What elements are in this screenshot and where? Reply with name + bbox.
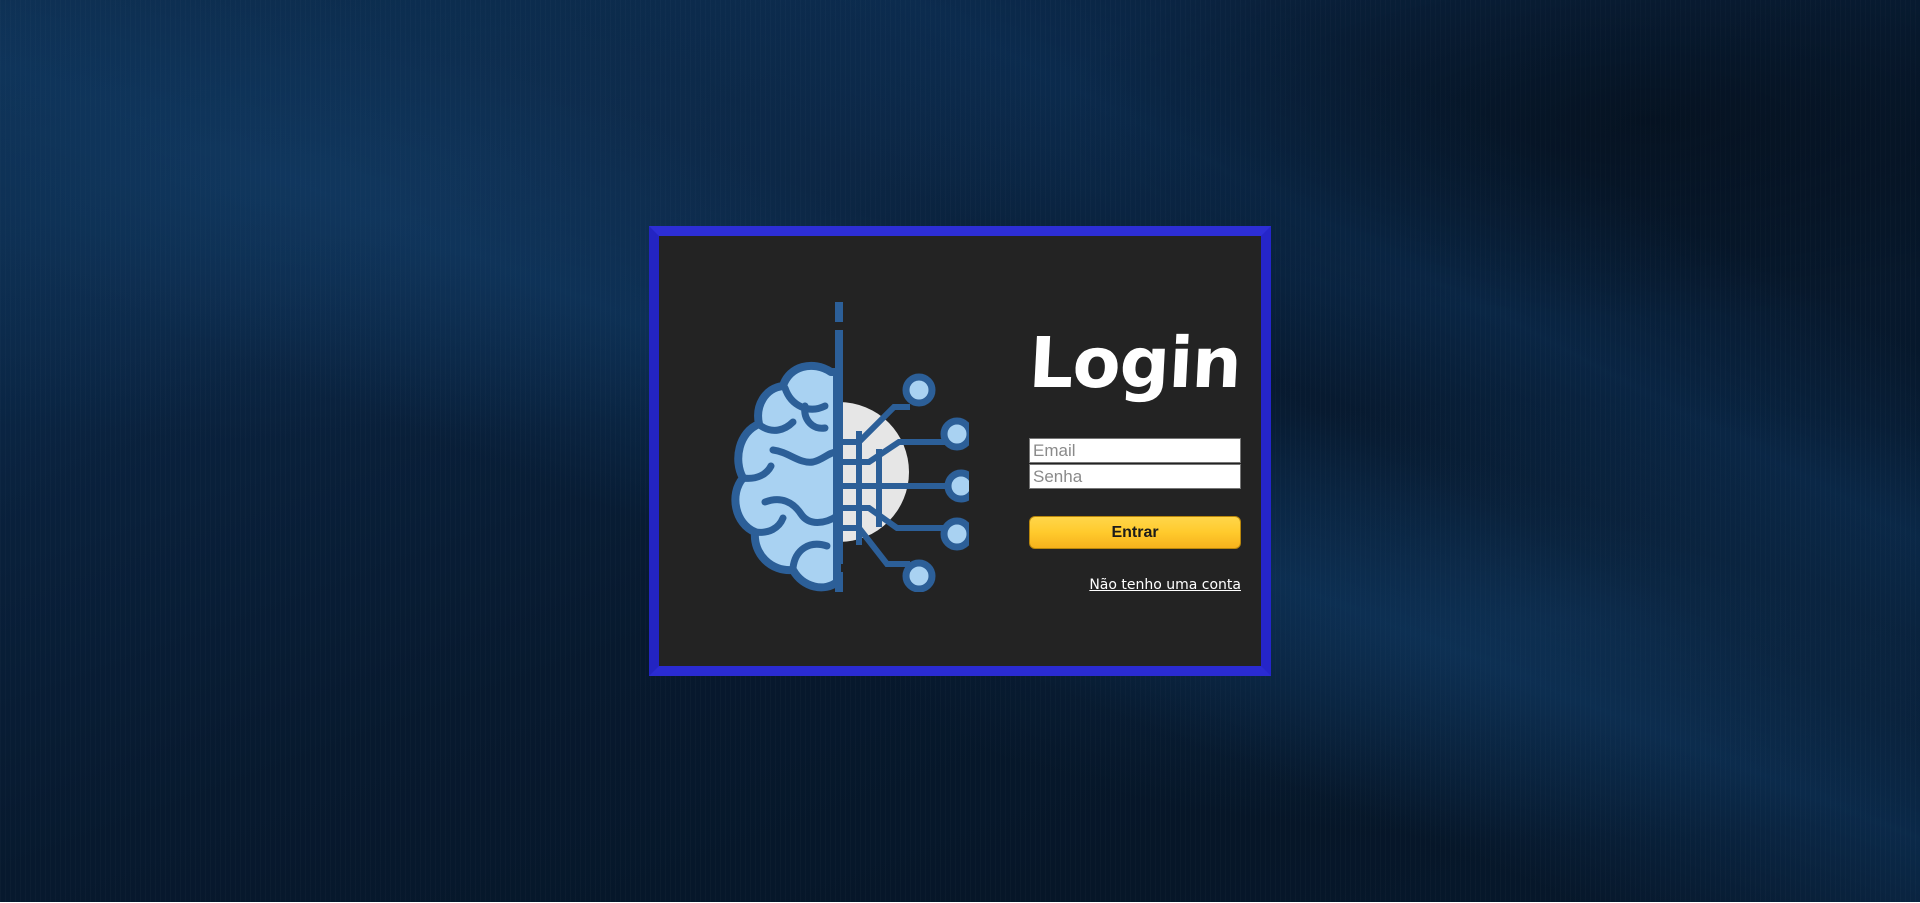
page: Login Entrar Não tenho uma conta (0, 0, 1920, 903)
login-form: Login Entrar Não tenho uma conta (1027, 236, 1249, 666)
login-button[interactable]: Entrar (1029, 516, 1241, 549)
signup-link[interactable]: Não tenho uma conta (1029, 577, 1241, 593)
brain-circuit-icon (731, 302, 969, 592)
password-field[interactable] (1029, 464, 1241, 489)
email-field[interactable] (1029, 438, 1241, 463)
page-title: Login (1027, 322, 1243, 404)
login-card: Login Entrar Não tenho uma conta (649, 226, 1271, 676)
